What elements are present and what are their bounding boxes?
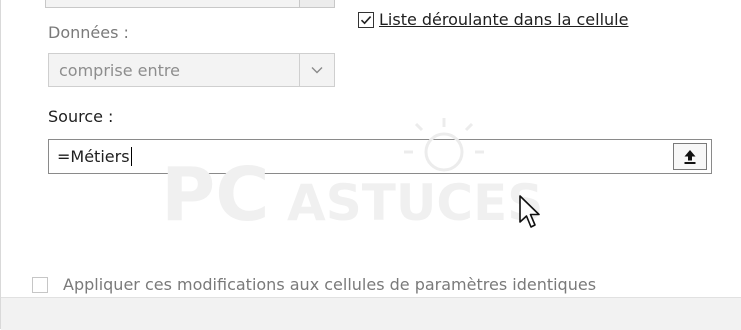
range-collapse-arrow-icon (684, 149, 696, 164)
dropdown-in-cell-text: Liste déroulante dans la cellule (379, 10, 629, 29)
dropdown-in-cell-checkbox[interactable] (358, 12, 374, 28)
source-label-text: Source : (48, 107, 114, 126)
allow-combobox-partial[interactable] (45, 0, 335, 8)
dropdown-in-cell-label[interactable]: Liste déroulante dans la cellule (379, 10, 628, 30)
source-value: =Métiers (57, 147, 132, 166)
apply-changes-checkbox[interactable] (32, 277, 48, 293)
source-value-text: =Métiers (57, 147, 130, 166)
checkmark-icon (360, 16, 372, 25)
collapse-dialog-button[interactable] (673, 143, 707, 170)
text-caret (130, 147, 132, 166)
source-label: Source : (48, 107, 113, 127)
data-operator-combobox[interactable]: comprise entre (48, 53, 335, 87)
data-validation-dialog: Données : Liste déroulante dans la cellu… (0, 0, 741, 330)
watermark-astuces: ASTUCES (287, 174, 543, 232)
dialog-footer (1, 297, 741, 330)
allow-combobox-button[interactable] (299, 0, 334, 7)
data-operator-dropdown-button[interactable] (299, 54, 334, 86)
data-operator-value: comprise entre (59, 61, 180, 80)
chevron-down-icon (311, 67, 323, 74)
apply-changes-label: Appliquer ces modifications aux cellules… (63, 275, 597, 294)
data-label: Données : (48, 23, 129, 42)
source-input[interactable]: =Métiers (48, 139, 712, 174)
mouse-pointer-icon (518, 194, 544, 236)
